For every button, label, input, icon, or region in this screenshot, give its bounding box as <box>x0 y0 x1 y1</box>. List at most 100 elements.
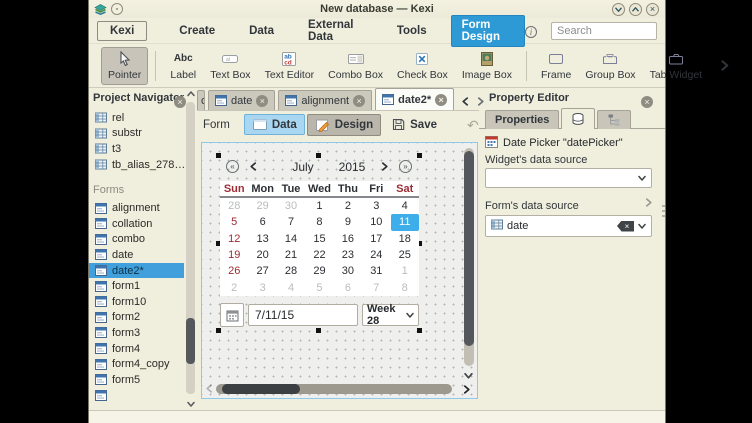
menu-item-data[interactable]: Data <box>239 21 284 41</box>
calendar-day-cell[interactable]: 17 <box>362 231 390 247</box>
prev-year-icon[interactable]: « <box>226 160 239 173</box>
calendar-year-button[interactable]: 2015 <box>332 160 372 174</box>
calendar-day-cell[interactable]: 26 <box>220 263 248 279</box>
calendar-day-cell[interactable]: 29 <box>305 263 333 279</box>
sidebar-item-alignment[interactable]: alignment <box>89 200 184 216</box>
sidebar-item-tb-alias-278[interactable]: tb_alias_278… <box>89 157 184 173</box>
calendar-day-cell[interactable]: 12 <box>220 231 248 247</box>
menu-item-form-design[interactable]: Form Design <box>451 15 525 47</box>
form-menu-button[interactable]: Form <box>203 119 230 131</box>
calendar-day-cell[interactable]: 4 <box>391 198 419 214</box>
sidebar-item-date[interactable]: date <box>89 247 184 263</box>
calendar-day-cell[interactable]: 7 <box>277 214 305 230</box>
chevron-down-icon[interactable] <box>464 371 473 380</box>
close-icon[interactable]: × <box>353 95 365 107</box>
date-input[interactable] <box>248 304 358 326</box>
calendar-day-cell[interactable]: 20 <box>248 247 276 263</box>
sidebar-item-combo[interactable]: combo <box>89 232 184 248</box>
calendar-day-cell[interactable]: 23 <box>334 247 362 263</box>
sidebar-item-collation[interactable]: collation <box>89 216 184 232</box>
calendar-day-cell[interactable]: 15 <box>305 231 333 247</box>
calendar-day-cell[interactable]: 13 <box>248 231 276 247</box>
chevron-right-icon[interactable] <box>462 385 471 394</box>
window-menu-icon[interactable] <box>111 3 123 15</box>
clear-icon[interactable]: × <box>617 221 634 232</box>
scrollbar-thumb[interactable] <box>222 384 300 394</box>
week-selector[interactable]: Week 28 <box>362 304 419 326</box>
database-icon-tab[interactable] <box>561 108 595 129</box>
data-button[interactable]: Data <box>244 114 305 135</box>
calendar-day-cell[interactable]: 1 <box>305 198 333 214</box>
sidebar-item-rel[interactable]: rel <box>89 110 184 126</box>
menu-item-create[interactable]: Create <box>169 21 225 41</box>
calendar-month-button[interactable]: July <box>280 160 326 174</box>
calendar-day-cell[interactable]: 5 <box>305 279 333 295</box>
scrollbar-thumb[interactable] <box>186 318 195 364</box>
maximize-button[interactable] <box>629 3 642 16</box>
calendar-day-cell[interactable]: 6 <box>248 214 276 230</box>
label-tool-button[interactable]: AbcLabel <box>163 47 203 85</box>
sidebar-item-form3[interactable]: form3 <box>89 325 184 341</box>
calendar-day-cell[interactable]: 9 <box>334 214 362 230</box>
chevron-right-icon[interactable] <box>380 162 389 171</box>
properties-tab[interactable]: Properties <box>485 110 559 129</box>
calendar-day-cell[interactable]: 6 <box>334 279 362 295</box>
save-button[interactable]: Save <box>383 113 445 136</box>
sidebar-item-date2[interactable]: date2* <box>89 263 184 279</box>
calendar-day-cell[interactable]: 10 <box>362 214 390 230</box>
chevron-left-icon[interactable] <box>205 384 214 393</box>
frame-tool-button[interactable]: Frame <box>534 47 578 85</box>
search-input[interactable] <box>551 22 657 40</box>
calendar-day-cell[interactable]: 24 <box>362 247 390 263</box>
menu-item-external-data[interactable]: External Data <box>298 15 373 47</box>
calendar-day-cell[interactable]: 4 <box>277 279 305 295</box>
tab-widget-tool-button[interactable]: Tab Widget <box>643 47 710 85</box>
undo-icon[interactable]: ↶ <box>467 118 479 132</box>
calendar-day-cell[interactable]: 8 <box>305 214 333 230</box>
date-picker-widget[interactable]: « July 2015 » SunMonTueWedThuFriSat 2829… <box>218 155 420 331</box>
calendar-day-cell[interactable]: 1 <box>391 263 419 279</box>
info-icon[interactable]: i <box>525 22 537 40</box>
calendar-day-cell[interactable]: 2 <box>334 198 362 214</box>
menu-item-tools[interactable]: Tools <box>387 21 437 41</box>
document-tab-o[interactable]: o× <box>197 90 205 110</box>
combo-box-tool-button[interactable]: Combo Box <box>321 47 390 85</box>
design-button[interactable]: Design <box>307 114 381 136</box>
check-box-tool-button[interactable]: Check Box <box>390 47 455 85</box>
calendar-day-cell[interactable]: 3 <box>248 279 276 295</box>
project-navigator-scrollbar[interactable] <box>186 102 195 394</box>
close-icon[interactable]: × <box>435 94 447 106</box>
group-box-tool-button[interactable]: Group Box <box>578 47 642 85</box>
calendar-day-cell[interactable]: 27 <box>248 263 276 279</box>
calendar-day-cell[interactable]: 30 <box>334 263 362 279</box>
sidebar-item-form1[interactable]: form1 <box>89 278 184 294</box>
image-box-tool-button[interactable]: Image Box <box>455 47 519 85</box>
calendar-day-cell[interactable]: 31 <box>362 263 390 279</box>
calendar-day-cell[interactable]: 18 <box>391 231 419 247</box>
calendar-day-cell[interactable]: 7 <box>362 279 390 295</box>
panel-splitter-handle[interactable] <box>662 205 665 219</box>
calendar-day-cell[interactable]: 22 <box>305 247 333 263</box>
document-tab-alignment[interactable]: alignment× <box>278 90 372 110</box>
text-editor-tool-button[interactable]: abcdText Editor <box>258 47 322 85</box>
calendar-day-cell[interactable]: 8 <box>391 279 419 295</box>
calendar-icon[interactable] <box>220 303 244 327</box>
calendar-day-cell[interactable]: 16 <box>334 231 362 247</box>
calendar-day-cell[interactable]: 19 <box>220 247 248 263</box>
sidebar-item-substr[interactable]: substr <box>89 126 184 142</box>
chevron-left-icon[interactable] <box>249 162 258 171</box>
calendar-day-cell[interactable]: 29 <box>248 198 276 214</box>
scrollbar-thumb[interactable] <box>464 151 474 346</box>
toolbar-overflow-button[interactable] <box>719 60 730 71</box>
next-year-icon[interactable]: » <box>399 160 412 173</box>
selection-handle[interactable] <box>316 328 321 333</box>
close-icon[interactable]: × <box>256 95 268 107</box>
sidebar-item-form5[interactable]: form5 <box>89 372 184 388</box>
sidebar-item-form4[interactable]: form4 <box>89 341 184 357</box>
sidebar-item-form4-copy[interactable]: form4_copy <box>89 356 184 372</box>
canvas-vertical-scrollbar[interactable] <box>464 148 474 366</box>
chevron-down-icon[interactable] <box>187 400 195 408</box>
calendar-day-cell[interactable]: 28 <box>220 198 248 214</box>
calendar-day-cell[interactable]: 25 <box>391 247 419 263</box>
chevron-up-icon[interactable] <box>187 90 195 98</box>
